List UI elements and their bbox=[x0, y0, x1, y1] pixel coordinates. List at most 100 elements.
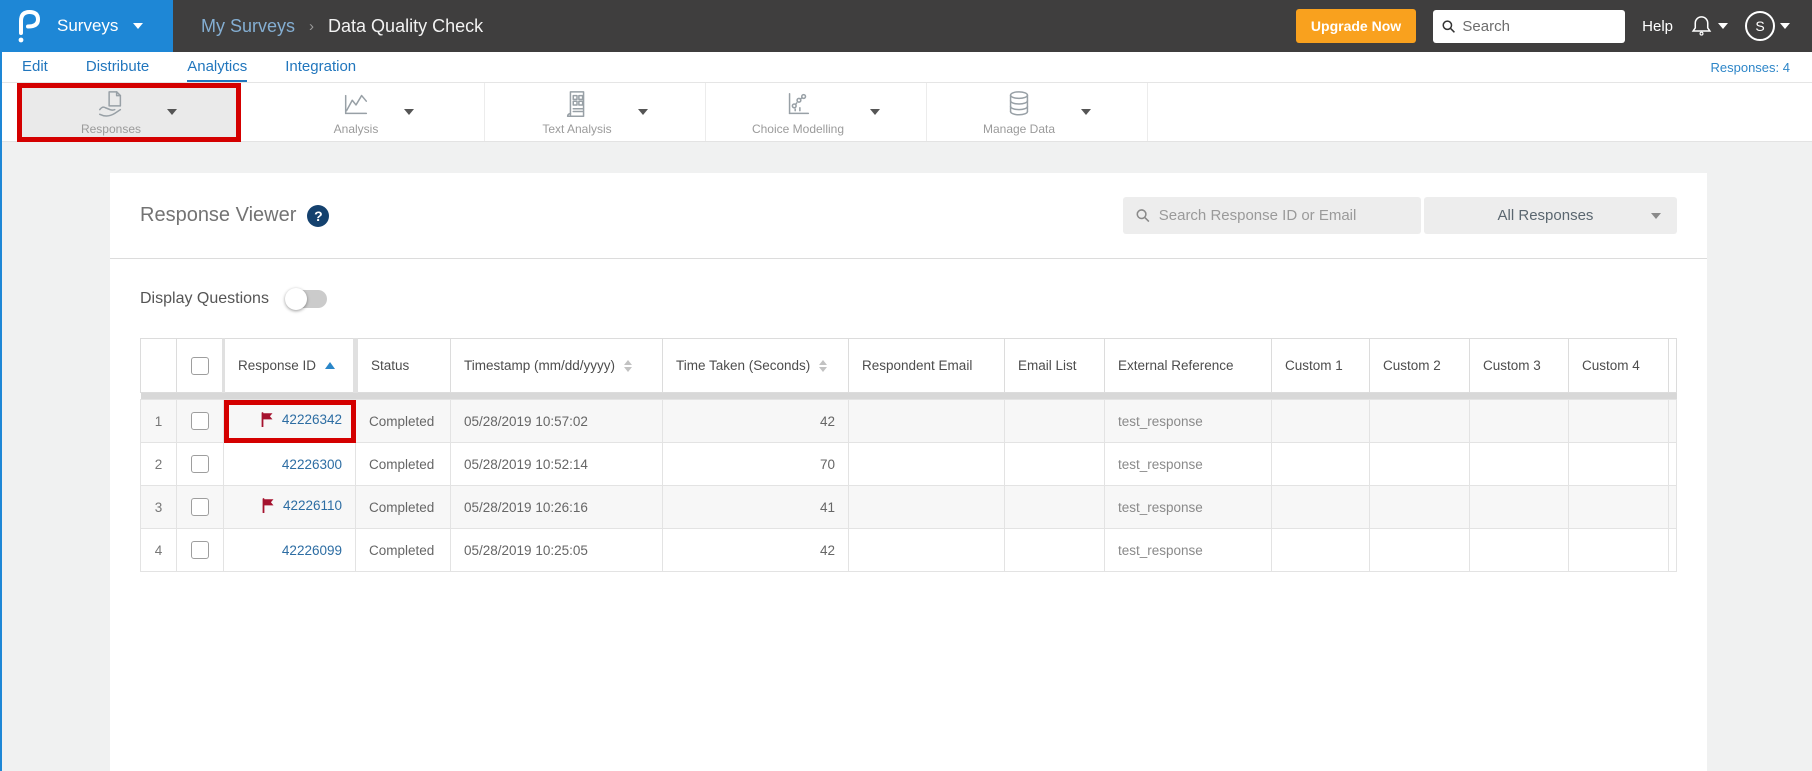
response-id-cell: 42226099 bbox=[223, 528, 356, 572]
analytics-toolbar: Responses Analysis Text Analysis Choice … bbox=[0, 82, 1812, 142]
flag-icon bbox=[261, 412, 273, 427]
sort-icon bbox=[624, 359, 633, 372]
response-id-link[interactable]: 42226300 bbox=[282, 457, 342, 472]
col-time-taken[interactable]: Time Taken (Seconds) bbox=[662, 338, 849, 393]
help-link[interactable]: Help bbox=[1642, 18, 1673, 35]
col-custom-2[interactable]: Custom 2 bbox=[1369, 338, 1470, 393]
horizontal-scrollbar[interactable] bbox=[140, 392, 1677, 400]
response-viewer-panel: Response Viewer ? All Responses Display … bbox=[110, 173, 1707, 771]
toolbar-item-text-analysis[interactable]: Text Analysis bbox=[485, 83, 706, 141]
table-row[interactable]: 1 42226342 Completed 05/28/2019 10:57:02… bbox=[140, 399, 1677, 443]
upgrade-now-button[interactable]: Upgrade Now bbox=[1295, 9, 1417, 43]
response-id-link[interactable]: 42226099 bbox=[282, 543, 342, 558]
tab-analytics[interactable]: Analytics bbox=[187, 52, 248, 82]
questionpro-logo-icon bbox=[18, 9, 41, 43]
toolbar-item-label: Responses bbox=[80, 121, 142, 136]
col-timestamp[interactable]: Timestamp (mm/dd/yyyy) bbox=[450, 338, 663, 393]
row-checkbox[interactable] bbox=[191, 412, 209, 430]
product-switcher[interactable]: Surveys bbox=[0, 0, 173, 52]
left-accent-strip bbox=[0, 52, 2, 771]
table-row[interactable]: 3 42226110 Completed 05/28/2019 10:26:16… bbox=[140, 485, 1677, 529]
table-row[interactable]: 4 42226099 Completed 05/28/2019 10:25:05… bbox=[140, 528, 1677, 572]
scroll-sliver-cell bbox=[1668, 485, 1677, 529]
timestamp-cell: 05/28/2019 10:52:14 bbox=[450, 442, 663, 486]
col-respondent-email[interactable]: Respondent Email bbox=[848, 338, 1005, 393]
timestamp-cell: 05/28/2019 10:26:16 bbox=[450, 485, 663, 529]
response-id-cell: 42226110 bbox=[223, 485, 356, 529]
account-menu[interactable]: S bbox=[1745, 11, 1790, 41]
global-search[interactable] bbox=[1433, 9, 1626, 43]
chevron-down-icon[interactable] bbox=[870, 109, 881, 115]
timestamp-cell: 05/28/2019 10:57:02 bbox=[450, 399, 663, 443]
breadcrumb: My Surveys › Data Quality Check bbox=[201, 16, 483, 37]
custom3-cell bbox=[1469, 399, 1569, 443]
custom2-cell bbox=[1369, 399, 1470, 443]
col-response-id[interactable]: Response ID bbox=[222, 338, 358, 393]
response-id-link[interactable]: 42226110 bbox=[283, 498, 342, 513]
custom4-cell bbox=[1568, 399, 1669, 443]
response-filter-value: All Responses bbox=[1497, 207, 1594, 224]
chevron-down-icon[interactable] bbox=[1081, 109, 1092, 115]
database-icon bbox=[1009, 90, 1029, 115]
toolbar-item-analysis[interactable]: Analysis bbox=[264, 83, 485, 141]
row-number: 1 bbox=[140, 399, 177, 443]
panel-header: Response Viewer ? All Responses bbox=[110, 173, 1707, 259]
chevron-down-icon[interactable] bbox=[637, 109, 648, 115]
respondent-email-cell bbox=[848, 485, 1005, 529]
toolbar-item-manage-data[interactable]: Manage Data bbox=[927, 83, 1148, 141]
col-external-reference[interactable]: External Reference bbox=[1104, 338, 1272, 393]
row-checkbox[interactable] bbox=[191, 541, 209, 559]
breadcrumb-my-surveys[interactable]: My Surveys bbox=[201, 16, 295, 37]
response-search-input[interactable] bbox=[1158, 207, 1408, 224]
toolbar-item-label: Text Analysis bbox=[542, 121, 612, 136]
custom1-cell bbox=[1271, 528, 1370, 572]
sort-icon bbox=[819, 359, 828, 372]
chevron-down-icon[interactable] bbox=[404, 109, 415, 115]
scroll-sliver-cell bbox=[1668, 442, 1677, 486]
table-row[interactable]: 2 42226300 Completed 05/28/2019 10:52:14… bbox=[140, 442, 1677, 486]
response-search[interactable] bbox=[1123, 197, 1421, 234]
col-email-list[interactable]: Email List bbox=[1004, 338, 1105, 393]
global-search-input[interactable] bbox=[1462, 17, 1617, 35]
breadcrumb-current-survey: Data Quality Check bbox=[328, 15, 484, 36]
bell-icon bbox=[1691, 16, 1712, 36]
col-scroll-sliver bbox=[1668, 338, 1677, 393]
custom2-cell bbox=[1369, 528, 1470, 572]
response-filter-dropdown[interactable]: All Responses bbox=[1424, 197, 1677, 234]
col-status[interactable]: Status bbox=[355, 338, 451, 393]
tab-integration[interactable]: Integration bbox=[285, 52, 356, 82]
tab-distribute[interactable]: Distribute bbox=[86, 52, 149, 82]
col-custom-3[interactable]: Custom 3 bbox=[1469, 338, 1569, 393]
responses-table: Response ID Status Timestamp (mm/dd/yyyy… bbox=[140, 338, 1677, 572]
status-cell: Completed bbox=[355, 399, 451, 443]
notifications-menu[interactable] bbox=[1690, 14, 1728, 38]
search-icon bbox=[1136, 209, 1150, 223]
status-cell: Completed bbox=[355, 528, 451, 572]
toggle-knob bbox=[284, 288, 307, 310]
row-checkbox[interactable] bbox=[191, 455, 209, 473]
col-custom-4[interactable]: Custom 4 bbox=[1568, 338, 1669, 393]
toolbar-item-label: Analysis bbox=[333, 121, 379, 136]
chevron-down-icon[interactable] bbox=[167, 109, 178, 115]
toolbar-item-responses[interactable]: Responses bbox=[17, 82, 241, 142]
col-custom-1[interactable]: Custom 1 bbox=[1271, 338, 1370, 393]
page-title: Response Viewer ? bbox=[140, 204, 330, 227]
col-row-number bbox=[140, 338, 177, 393]
display-questions-toggle[interactable] bbox=[284, 288, 327, 310]
display-questions-row: Display Questions bbox=[140, 288, 1707, 310]
scroll-sliver-cell bbox=[1668, 399, 1677, 443]
scroll-sliver-cell bbox=[1668, 528, 1677, 572]
email-list-cell bbox=[1004, 485, 1105, 529]
time-taken-cell: 42 bbox=[662, 528, 849, 572]
tab-edit[interactable]: Edit bbox=[22, 52, 48, 82]
help-icon[interactable]: ? bbox=[307, 204, 330, 227]
select-all-checkbox[interactable] bbox=[190, 356, 209, 375]
breadcrumb-separator: › bbox=[309, 17, 315, 35]
row-checkbox[interactable] bbox=[191, 498, 209, 516]
custom1-cell bbox=[1271, 485, 1370, 529]
response-id-cell: 42226300 bbox=[223, 442, 356, 486]
row-select-cell bbox=[176, 528, 224, 572]
col-select-all bbox=[176, 338, 224, 393]
response-id-link[interactable]: 42226342 bbox=[282, 412, 342, 427]
toolbar-item-choice-modelling[interactable]: Choice Modelling bbox=[706, 83, 927, 141]
